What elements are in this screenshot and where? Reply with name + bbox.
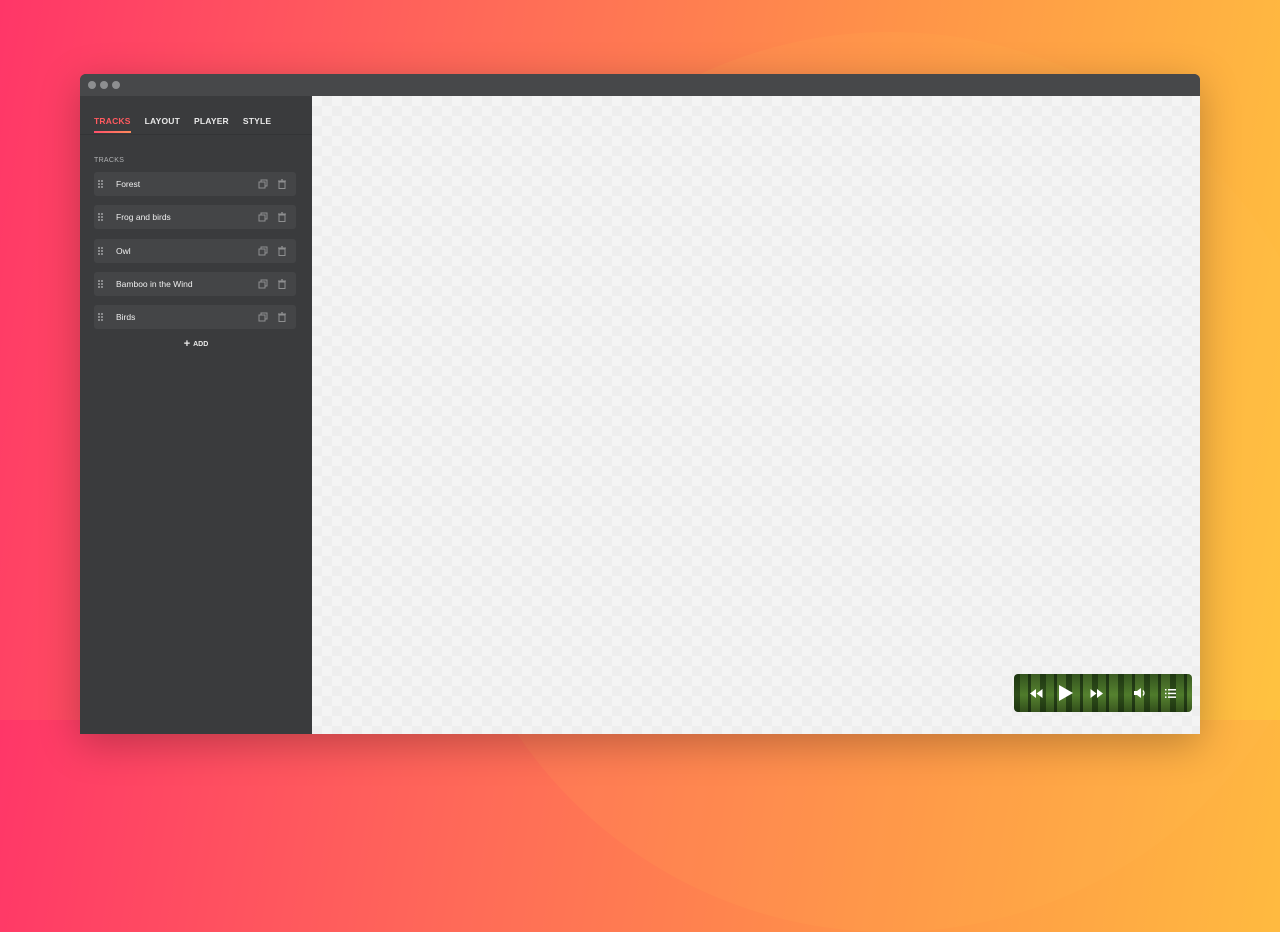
sidebar: TRACKS LAYOUT PLAYER STYLE TRACKS Forest…: [80, 96, 312, 734]
track-name: Frog and birds: [116, 212, 171, 223]
tab-player[interactable]: PLAYER: [194, 96, 229, 134]
track-list: Forest Frog and birds Owl Bamboo in the …: [94, 172, 296, 330]
duplicate-icon[interactable]: [258, 212, 268, 222]
drag-handle-icon[interactable]: [98, 279, 104, 288]
drag-handle-icon[interactable]: [98, 313, 104, 322]
trash-icon[interactable]: [277, 179, 287, 189]
plus-icon: +: [183, 338, 191, 351]
fast-forward-icon[interactable]: [1088, 688, 1104, 698]
close-window-button[interactable]: [88, 81, 96, 89]
drag-handle-icon[interactable]: [98, 246, 104, 255]
drag-handle-icon[interactable]: [98, 180, 104, 188]
track-item[interactable]: Forest: [94, 172, 296, 196]
sidebar-tabs: TRACKS LAYOUT PLAYER STYLE: [80, 96, 312, 135]
audio-player: [1014, 674, 1192, 712]
duplicate-icon[interactable]: [258, 246, 268, 256]
track-item[interactable]: Birds: [94, 305, 296, 330]
playlist-icon[interactable]: [1162, 688, 1178, 698]
preview-canvas: [312, 96, 1200, 734]
trash-icon[interactable]: [277, 312, 287, 323]
add-label: ADD: [193, 341, 209, 349]
tab-tracks[interactable]: TRACKS: [94, 96, 131, 134]
maximize-window-button[interactable]: [112, 81, 120, 89]
duplicate-icon[interactable]: [258, 179, 268, 189]
app-window: TRACKS LAYOUT PLAYER STYLE TRACKS Forest…: [80, 74, 1200, 734]
duplicate-icon[interactable]: [258, 279, 268, 289]
tab-layout[interactable]: LAYOUT: [145, 96, 180, 134]
volume-icon[interactable]: [1132, 688, 1148, 698]
trash-icon[interactable]: [277, 212, 287, 223]
tab-style[interactable]: STYLE: [243, 96, 271, 134]
track-name: Owl: [116, 245, 131, 256]
track-item[interactable]: Bamboo in the Wind: [94, 271, 296, 296]
play-icon[interactable]: [1058, 685, 1074, 701]
track-name: Birds: [116, 312, 136, 323]
trash-icon[interactable]: [277, 245, 287, 256]
rewind-icon[interactable]: [1028, 688, 1044, 698]
drag-handle-icon[interactable]: [98, 213, 104, 222]
add-track-button[interactable]: + ADD: [80, 338, 312, 350]
track-item[interactable]: Owl: [94, 238, 296, 263]
tracks-section-label: TRACKS: [94, 157, 125, 164]
title-bar: [80, 74, 1200, 96]
minimize-window-button[interactable]: [100, 81, 108, 89]
track-item[interactable]: Frog and birds: [94, 205, 296, 230]
track-name: Bamboo in the Wind: [116, 278, 193, 289]
trash-icon[interactable]: [277, 279, 287, 289]
track-name: Forest: [116, 179, 141, 189]
duplicate-icon[interactable]: [258, 312, 268, 322]
